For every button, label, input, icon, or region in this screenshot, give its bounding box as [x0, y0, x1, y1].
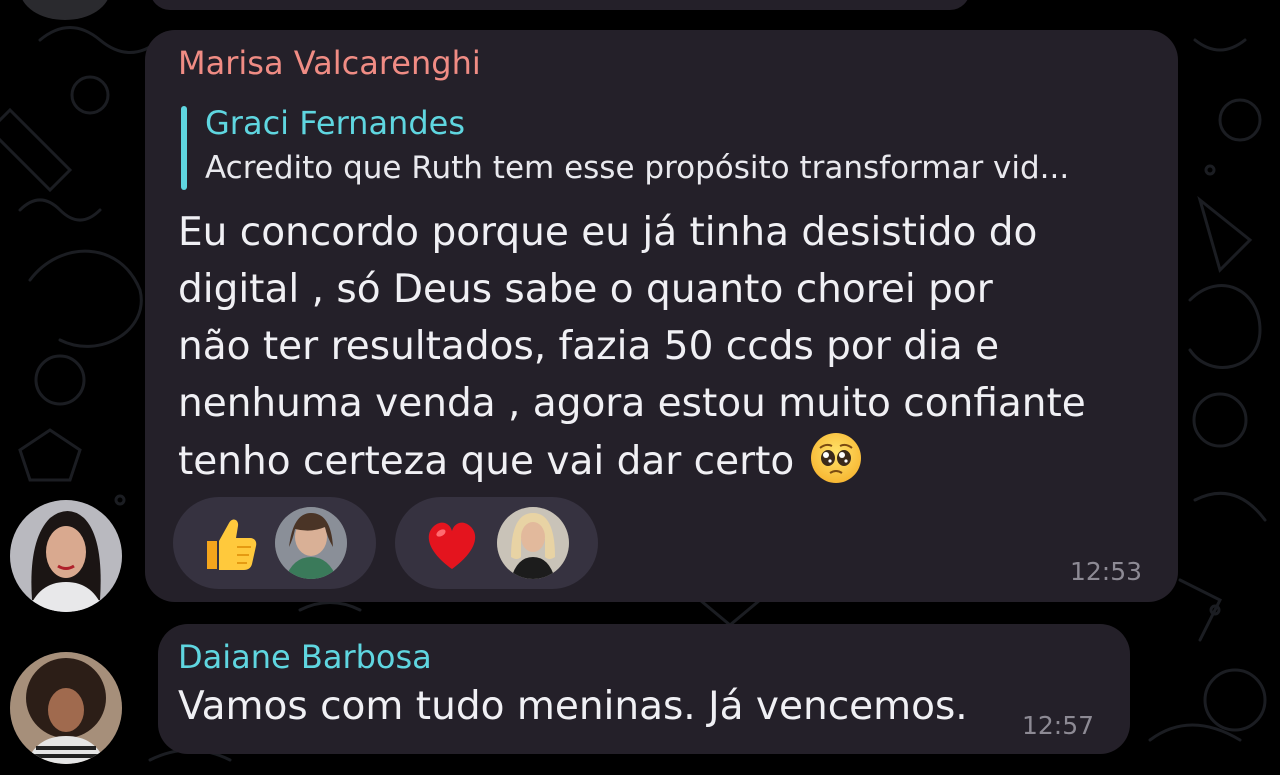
reactor-avatar[interactable] [275, 507, 347, 579]
message-text: Eu concordo porque eu já tinha desistido… [178, 204, 1086, 489]
message-bubble[interactable]: Daiane Barbosa Vamos com tudo meninas. J… [158, 624, 1130, 754]
message-line: nenhuma venda , agora estou muito confia… [178, 381, 1086, 426]
reply-sender-name: Graci Fernandes [205, 104, 465, 142]
message-bubble[interactable]: Marisa Valcarenghi Graci Fernandes Acred… [145, 30, 1178, 602]
previous-message-bubble [150, 0, 970, 10]
sender-name[interactable]: Daiane Barbosa [178, 638, 432, 676]
reply-quote[interactable]: Graci Fernandes Acredito que Ruth tem es… [181, 102, 1151, 190]
message-text: Vamos com tudo meninas. Já vencemos. [178, 684, 968, 729]
red-heart-icon [428, 522, 476, 569]
message-time: 12:53 [1069, 557, 1142, 586]
sender-avatar[interactable] [10, 652, 122, 764]
reply-text: Acredito que Ruth tem esse propósito tra… [205, 150, 1070, 186]
message-line: não ter resultados, fazia 50 ccds por di… [178, 324, 1000, 369]
reactor-avatar[interactable] [497, 507, 569, 579]
thumbs-up-icon [207, 519, 257, 570]
message-line: digital , só Deus sabe o quanto chorei p… [178, 267, 993, 312]
reaction-red-heart[interactable] [395, 497, 598, 589]
message-time: 12:57 [1021, 711, 1094, 740]
sender-name[interactable]: Marisa Valcarenghi [178, 44, 481, 82]
message-line: Eu concordo porque eu já tinha desistido… [178, 210, 1038, 255]
message-line: tenho certeza que vai dar certo [178, 432, 1086, 489]
reply-bar [181, 106, 187, 190]
sender-avatar[interactable] [10, 500, 122, 612]
pleading-face-icon [811, 433, 862, 483]
message-line-text: tenho certeza que vai dar certo [178, 439, 795, 484]
reaction-thumbs-up[interactable] [173, 497, 376, 589]
